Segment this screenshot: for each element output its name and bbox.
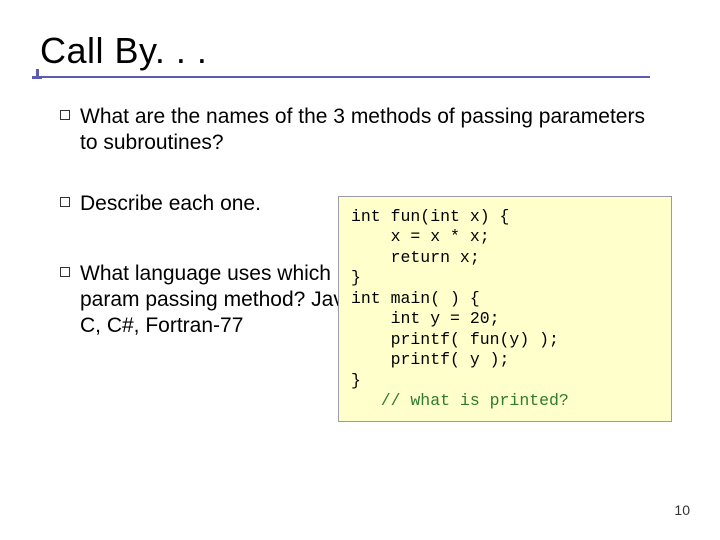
code-line: } (351, 371, 361, 390)
code-line: x = x * x; (351, 227, 490, 246)
code-comment: // what is printed? (351, 391, 569, 410)
title-underline (40, 76, 650, 78)
square-bullet-icon (60, 267, 70, 277)
square-bullet-icon (60, 197, 70, 207)
code-line: printf( y ); (351, 350, 509, 369)
page-title: Call By. . . (40, 30, 207, 72)
bullet-text: What language uses which param passing m… (80, 261, 380, 340)
code-line: } (351, 268, 361, 287)
bullet-text: What are the names of the 3 methods of p… (80, 104, 660, 157)
bullet-text: Describe each one. (80, 191, 261, 217)
slide: Call By. . . What are the names of the 3… (0, 0, 720, 540)
code-line: int main( ) { (351, 289, 480, 308)
page-number: 10 (674, 502, 690, 518)
title-wrap: Call By. . . (40, 30, 207, 72)
code-line: printf( fun(y) ); (351, 330, 559, 349)
square-bullet-icon (60, 110, 70, 120)
code-line: return x; (351, 248, 480, 267)
code-line: int y = 20; (351, 309, 500, 328)
bullet-q1: What are the names of the 3 methods of p… (60, 104, 660, 157)
code-line: int fun(int x) { (351, 207, 509, 226)
code-box: int fun(int x) { x = x * x; return x; } … (338, 196, 672, 422)
